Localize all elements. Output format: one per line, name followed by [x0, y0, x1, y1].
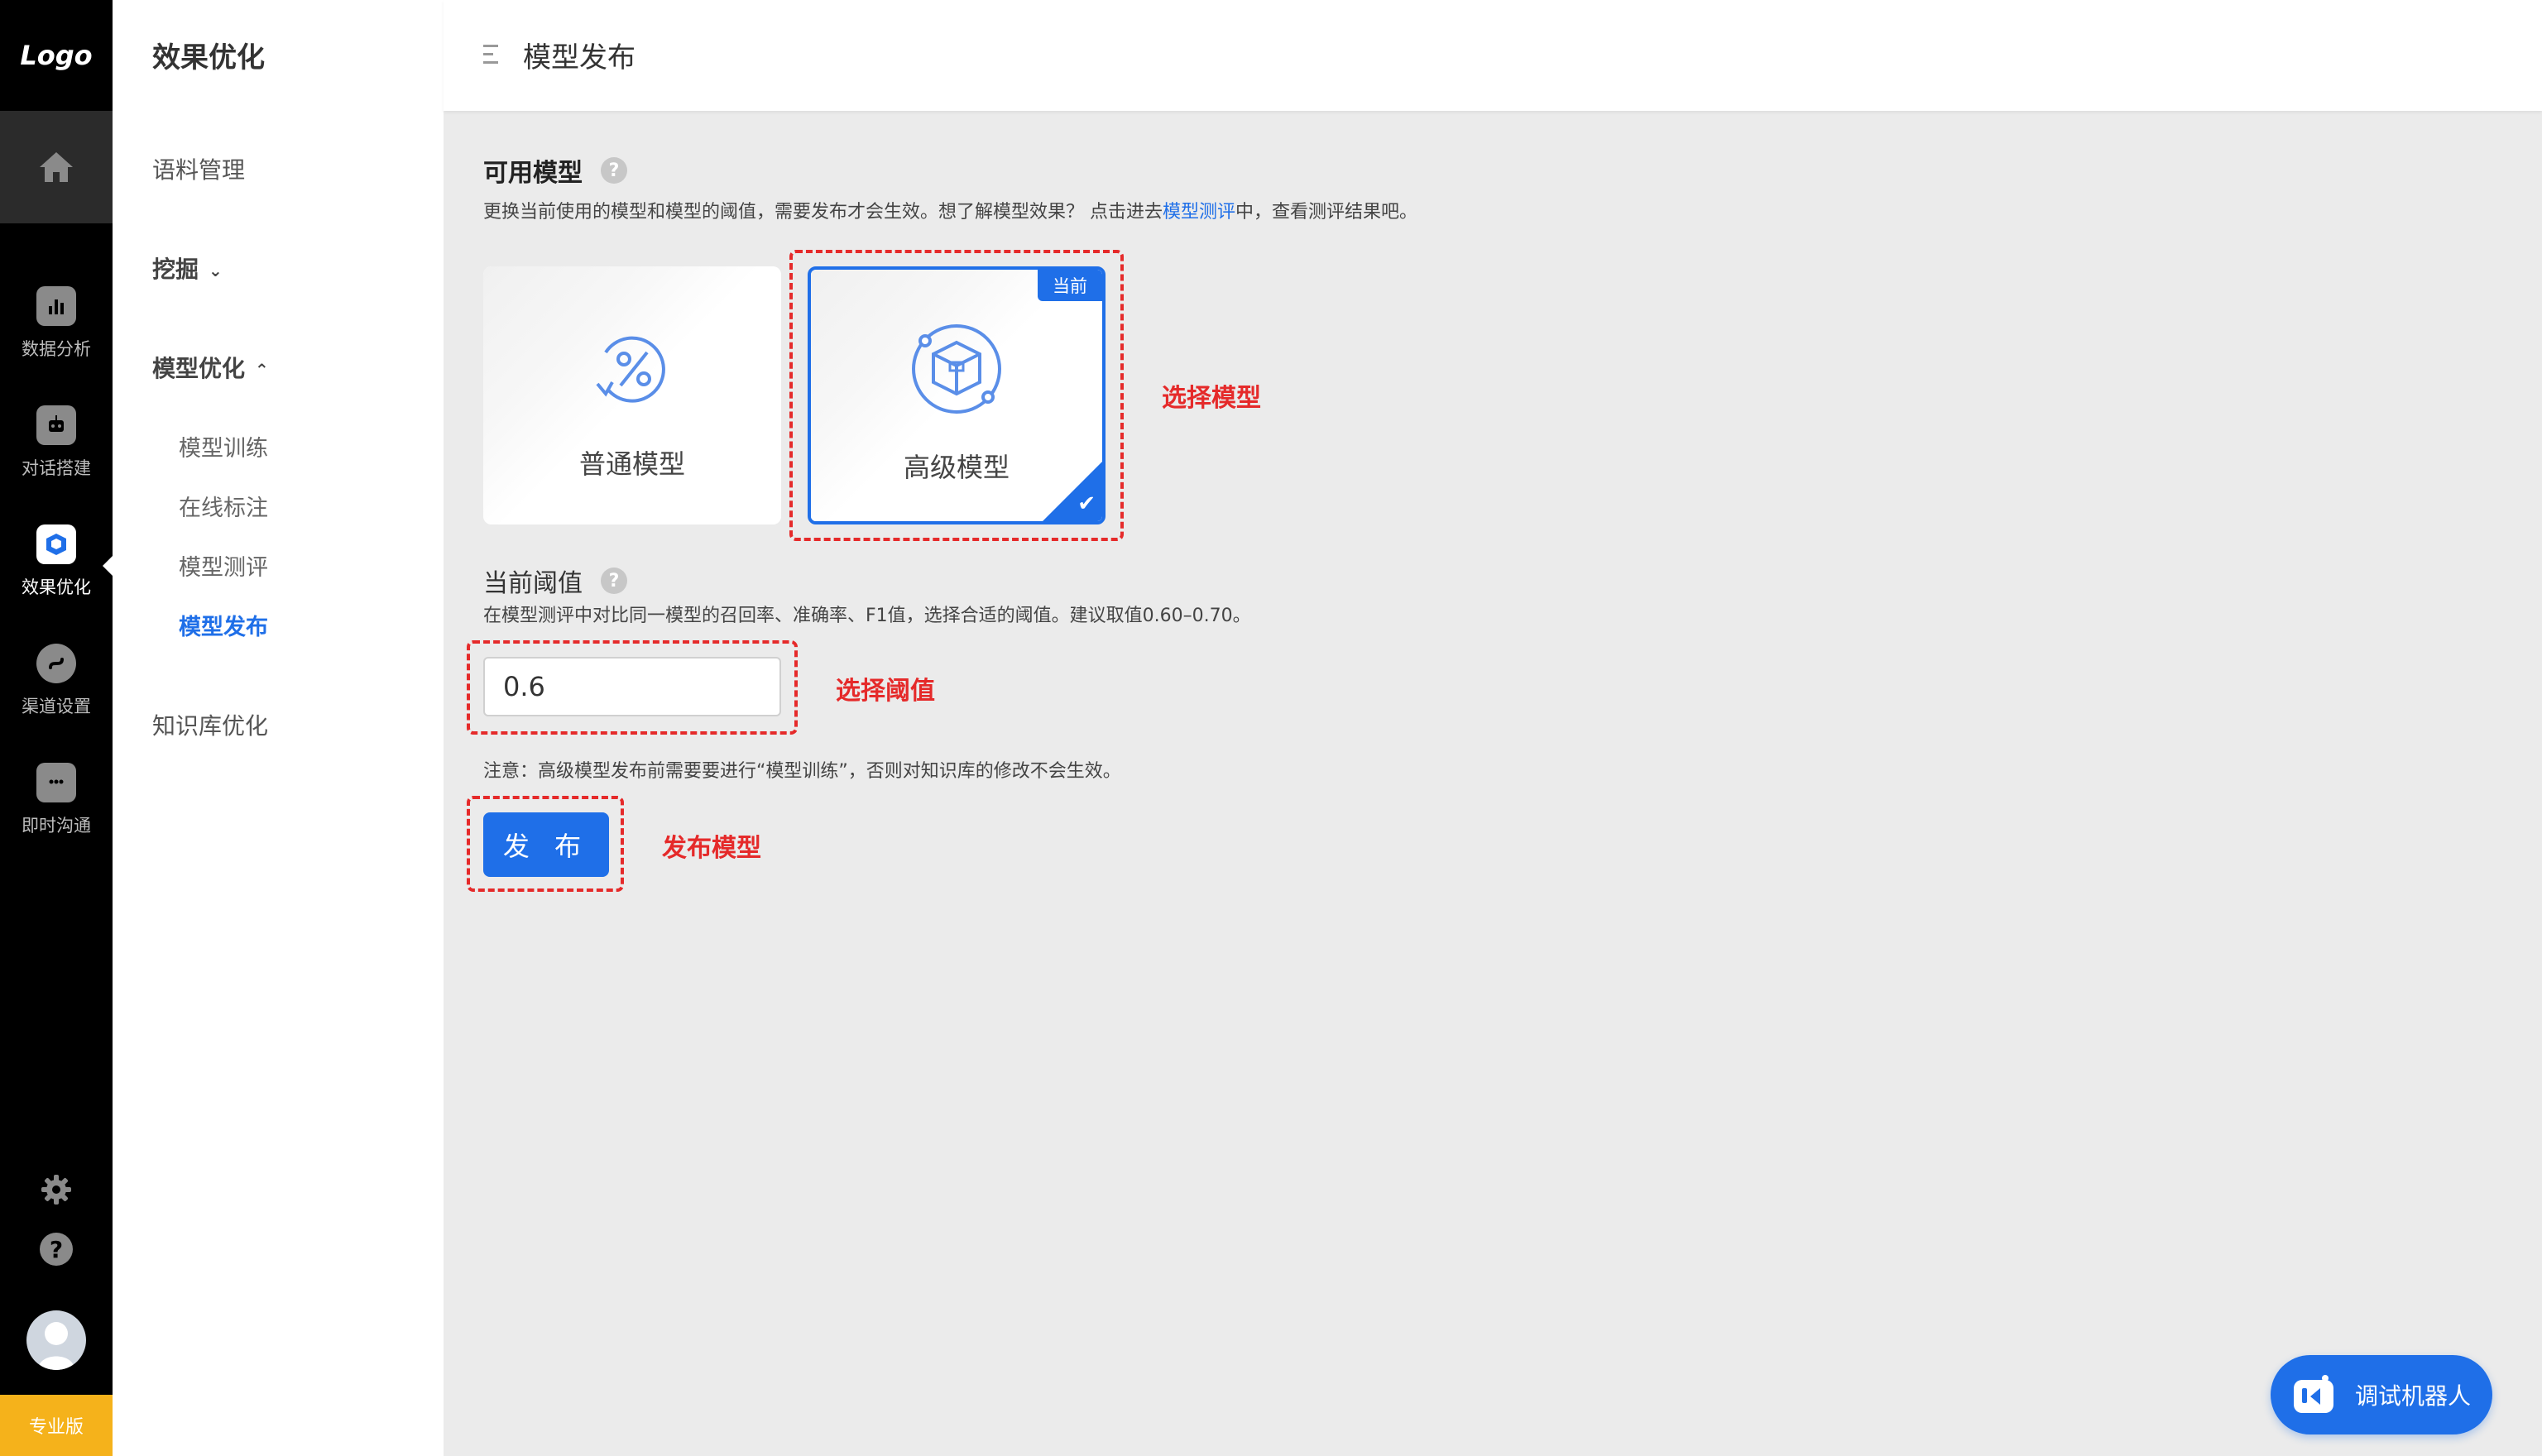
nav-child-online-label[interactable]: 在线标注 [179, 490, 268, 522]
publish-note: 注意：高级模型发布前需要要进行“模型训练”，否则对知识库的修改不会生效。 [483, 761, 1121, 782]
model-card-normal[interactable]: 普通模型 [483, 266, 781, 524]
help-icon[interactable]: ? [601, 157, 627, 184]
home-icon [40, 152, 73, 182]
threshold-title: 当前阈值 [483, 569, 583, 598]
chevron-up-icon: ⌃ [255, 360, 269, 380]
nav-item-corpus[interactable]: 语料管理 [152, 152, 245, 185]
debug-robot-button[interactable]: 调试机器人 [2271, 1355, 2492, 1434]
settings-button[interactable] [36, 1170, 76, 1209]
menu-toggle-icon[interactable] [483, 43, 501, 66]
debug-robot-label: 调试机器人 [2355, 1382, 2472, 1410]
highlight-select-model [789, 250, 1124, 541]
rail-item-dialog-build[interactable]: 对话搭建 [0, 405, 113, 480]
help-icon[interactable]: ? [601, 568, 627, 594]
help-icon[interactable]: ? [40, 1233, 73, 1266]
chat-bubble-icon [36, 763, 76, 802]
threshold-desc: 在模型测评中对比同一模型的召回率、准确率、F1值，选择合适的阈值。建议取值0.6… [483, 606, 1251, 626]
nav-item-mining[interactable]: 挖掘 ⌄ [152, 251, 223, 285]
rail-item-im[interactable]: 即时沟通 [0, 763, 113, 837]
home-button[interactable] [0, 111, 113, 223]
rail-item-label: 对话搭建 [22, 458, 91, 478]
nav-item-label: 挖掘 [152, 256, 199, 283]
cube-icon [36, 524, 76, 564]
main-content: 可用模型 ? 更换当前使用的模型和模型的阈值，需要发布才会生效。想了解模型效果？… [444, 111, 2542, 1456]
nav-item-model-opt[interactable]: 模型优化 ⌃ [152, 351, 269, 384]
nav-child-model-train[interactable]: 模型训练 [179, 430, 268, 462]
left-rail: Logo 数据分析 对话搭建 效果优化 渠道设置 即时沟通 ? 专业版 [0, 0, 113, 1456]
available-models-desc: 更换当前使用的模型和模型的阈值，需要发布才会生效。想了解模型效果？ 点击进去模型… [483, 202, 1418, 223]
nav-item-kb-opt[interactable]: 知识库优化 [152, 708, 268, 741]
page-title: 模型发布 [523, 41, 636, 74]
model-eval-link[interactable]: 模型测评 [1163, 202, 1235, 223]
page-header: 模型发布 [444, 0, 2542, 111]
robot-icon [2294, 1375, 2333, 1413]
gear-icon [41, 1175, 71, 1205]
card-label: 普通模型 [578, 448, 685, 480]
rail-item-data-analysis[interactable]: 数据分析 [0, 286, 113, 361]
nav-item-label: 模型优化 [152, 355, 246, 382]
rail-item-label: 数据分析 [22, 339, 91, 359]
robot-icon [36, 405, 76, 445]
secondary-nav: 效果优化 语料管理 挖掘 ⌄ 模型优化 ⌃ 模型训练 在线标注 模型测评 模型发布 … [113, 0, 444, 1456]
rail-item-label: 渠道设置 [22, 697, 91, 716]
annotation-select-threshold: 选择阈值 [836, 677, 935, 706]
highlight-publish [467, 796, 624, 892]
channel-icon [36, 644, 76, 683]
rail-item-label: 即时沟通 [22, 816, 91, 836]
rail-item-effect-opt[interactable]: 效果优化 [0, 524, 113, 599]
nav-child-model-eval[interactable]: 模型测评 [179, 549, 268, 582]
chevron-down-icon: ⌄ [209, 261, 223, 280]
edition-badge: 专业版 [0, 1395, 113, 1456]
section-title: 效果优化 [152, 41, 265, 74]
available-models-title: 可用模型 [483, 159, 583, 188]
rail-item-channel[interactable]: 渠道设置 [0, 644, 113, 718]
app-logo[interactable]: Logo [0, 0, 113, 111]
active-pointer [103, 556, 113, 576]
percent-cycle-icon [596, 336, 665, 403]
highlight-select-threshold [467, 640, 798, 735]
nav-child-model-publish[interactable]: 模型发布 [179, 609, 268, 641]
annotation-publish-model: 发布模型 [662, 834, 761, 863]
avatar[interactable] [26, 1310, 86, 1370]
annotation-select-model: 选择模型 [1162, 384, 1261, 413]
bar-chart-icon [36, 286, 76, 326]
rail-item-label: 效果优化 [22, 577, 91, 597]
